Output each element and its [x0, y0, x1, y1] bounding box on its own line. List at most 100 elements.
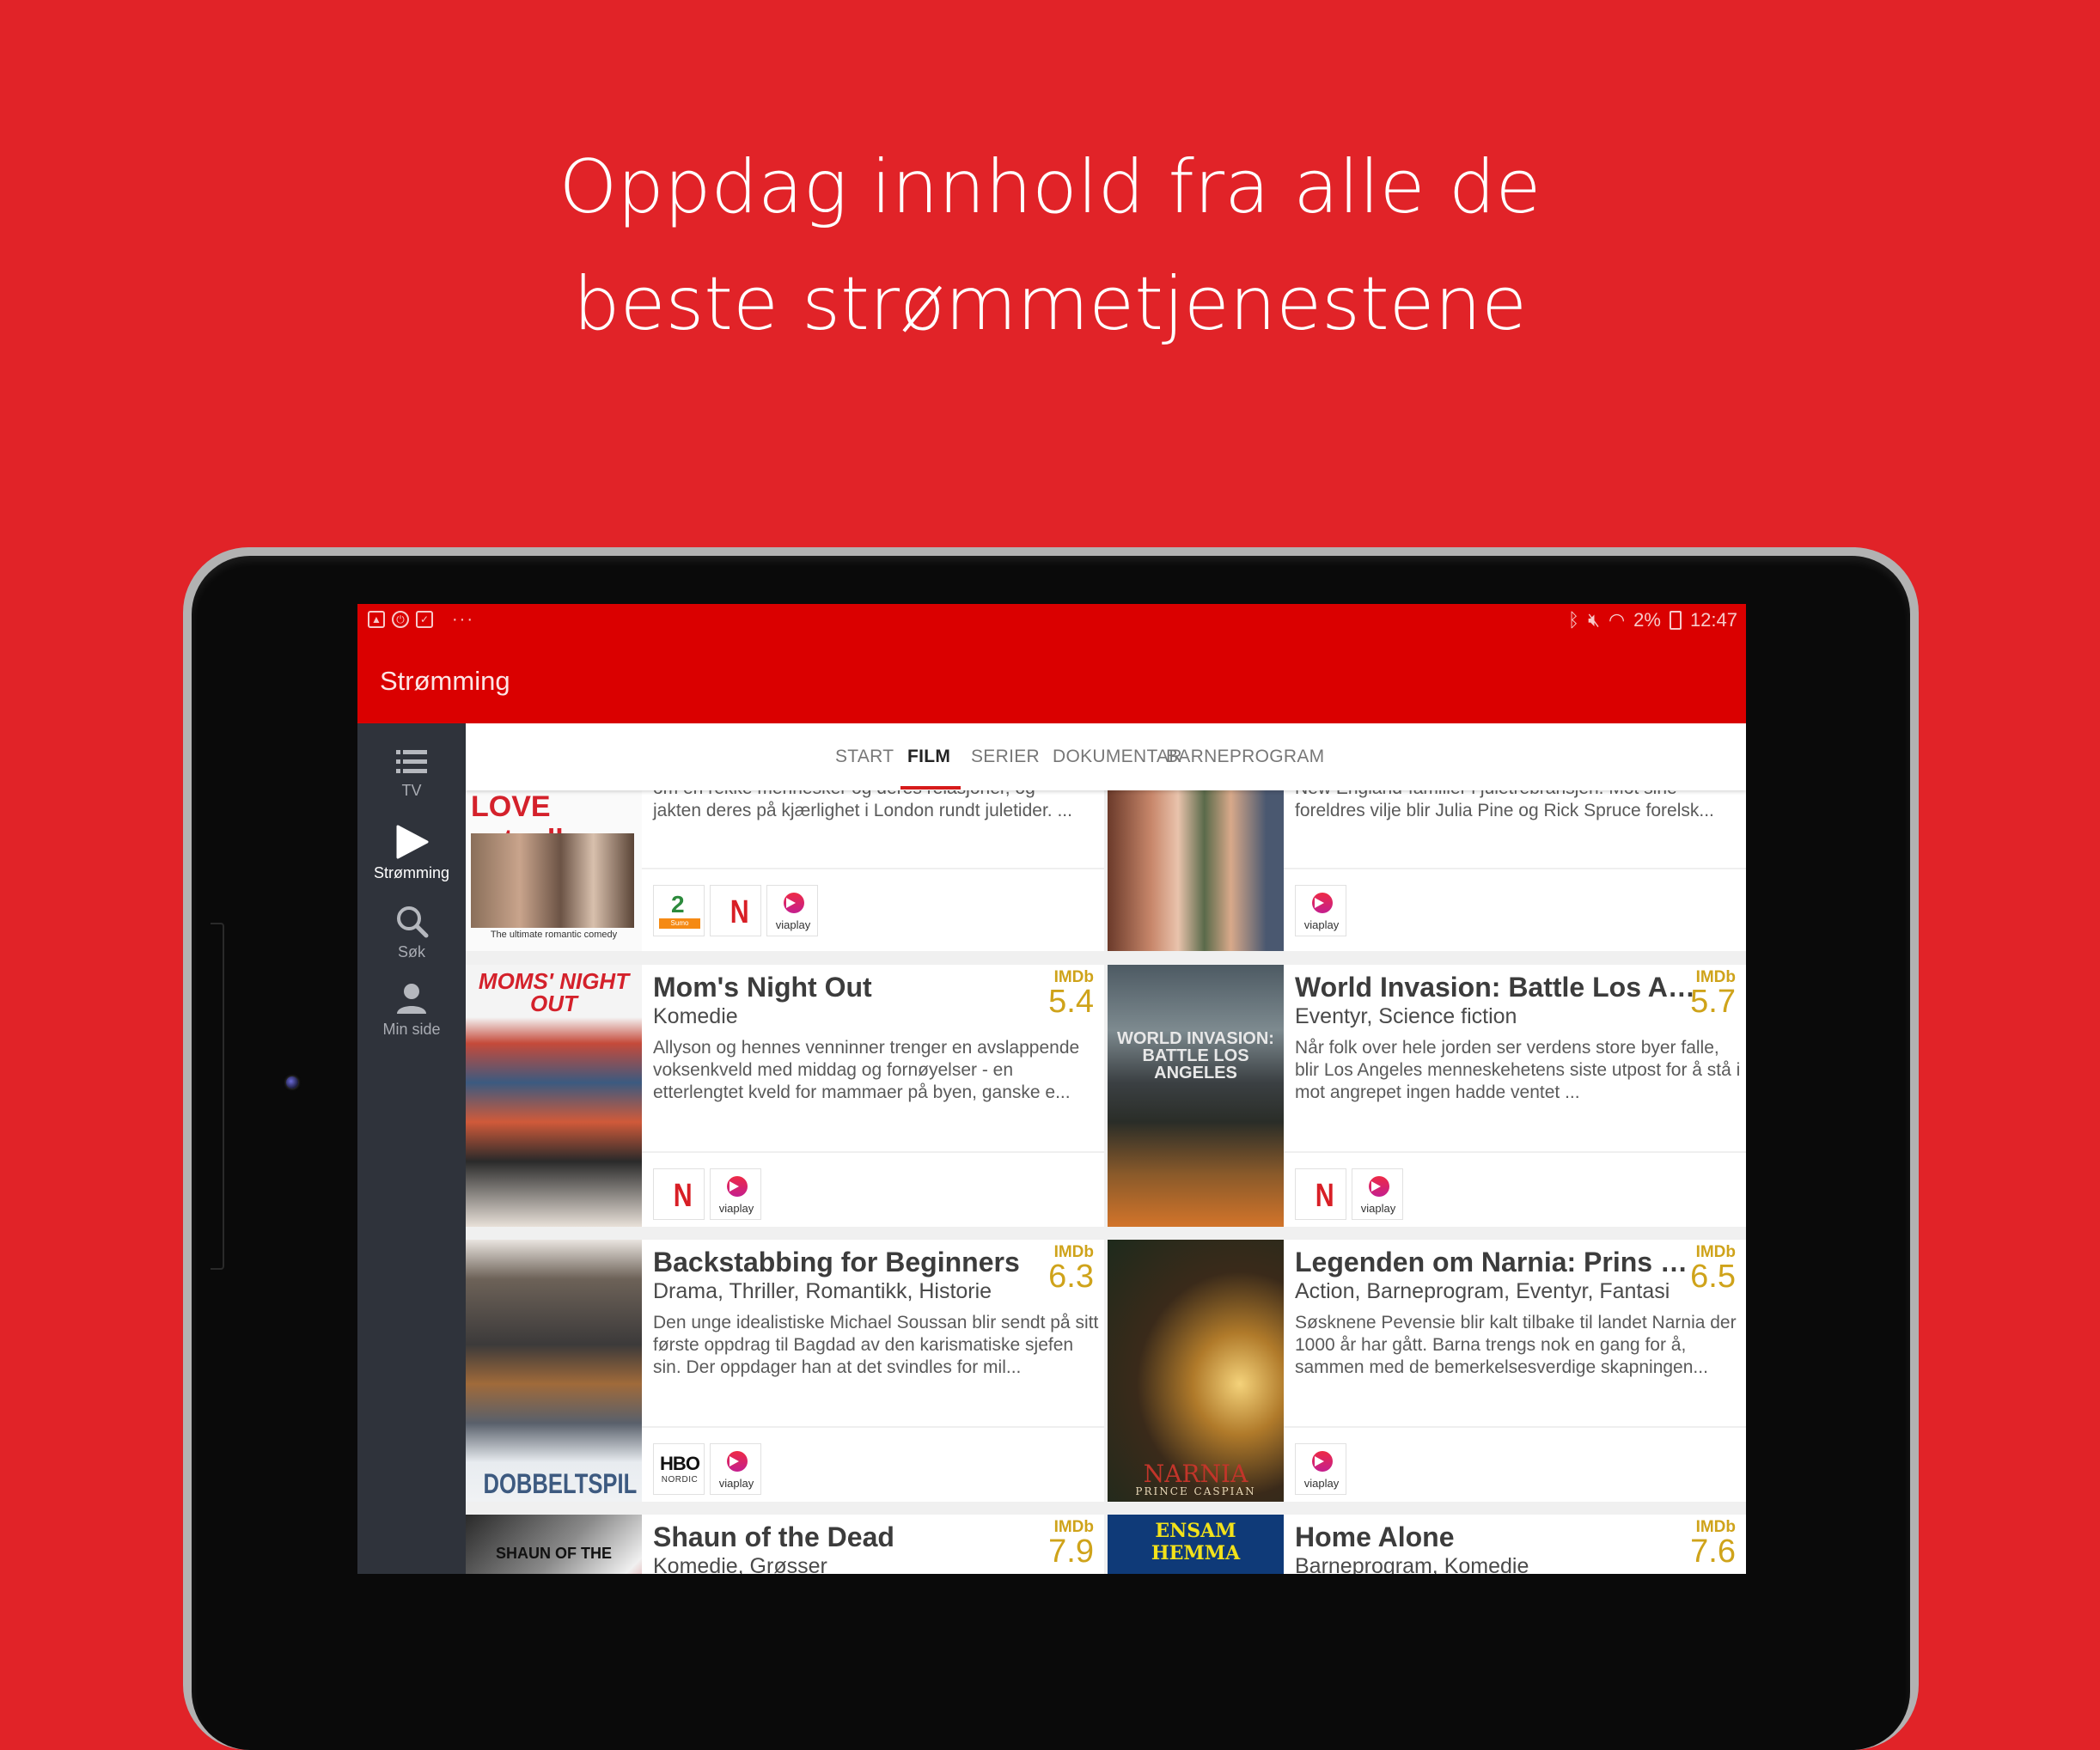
mute-icon: 🔇︎ [1588, 609, 1600, 631]
poster-title: MOMS' NIGHT OUT [478, 968, 630, 1016]
nordic-label: NORDIC [661, 1475, 699, 1485]
viaplay-logo-icon [727, 1451, 748, 1472]
movie-card[interactable]: DOBBELTSPIL Backstabbing for Beginners D… [466, 1240, 1104, 1502]
movie-poster: MOMS' NIGHT OUT [466, 965, 642, 1227]
sidebar-item-label: Søk [397, 943, 425, 960]
movie-poster: NARNIA PRINCE CASPIAN [1108, 1240, 1284, 1502]
category-tabs: START FILM SERIER DOKUMENTAR BARNEPROGRA… [466, 723, 1746, 790]
movie-card[interactable]: LOVE actually The ultimate romantic come… [466, 790, 1104, 951]
movie-title: Home Alone [1295, 1521, 1455, 1552]
netflix-logo: N [673, 1178, 693, 1214]
movie-description: Allyson og hennes venninner trenger en a… [653, 1038, 1080, 1102]
poster-title: SHAUN OF THE [496, 1545, 612, 1562]
movie-poster [1108, 790, 1284, 951]
app-screen: ▲ ⏻ ✓ ··· ᛒ 🔇︎ ◠ 2% 12:47 Strømming TV S… [357, 604, 1746, 1574]
netflix-logo: N [1315, 1178, 1334, 1214]
viaplay-label: viaplay [718, 1477, 754, 1490]
movie-description-partial: New England-familier i juletrebransjen. … [1295, 790, 1742, 800]
status-bar: ▲ ⏻ ✓ ··· ᛒ 🔇︎ ◠ 2% 12:47 [357, 604, 1746, 640]
movie-grid: LOVE actually The ultimate romantic come… [466, 790, 1746, 1574]
hbo-logo: HBO [660, 1453, 700, 1474]
provider-viaplay[interactable]: viaplay [710, 1168, 761, 1220]
poster-title: WORLD INVASION: BATTLE LOS ANGELES [1117, 1029, 1274, 1082]
movie-poster: SHAUN OF THE [466, 1515, 642, 1574]
movie-description: Den unge idealistiske Michael Soussan bl… [653, 1313, 1099, 1377]
viaplay-logo-icon [784, 893, 804, 913]
provider-list: viaplay [1284, 1426, 1746, 1502]
movie-title: Legenden om Narnia: Prins C... [1295, 1247, 1699, 1277]
poster-subtitle: PRINCE CASPIAN [1135, 1485, 1256, 1497]
movie-card[interactable]: New England-familier i juletrebransjen. … [1108, 790, 1746, 951]
provider-netflix[interactable]: N [1295, 1168, 1346, 1220]
tablet-side-button [211, 923, 224, 1270]
provider-netflix[interactable]: N [653, 1168, 705, 1220]
movie-description: Søsknene Pevensie blir kalt tilbake til … [1295, 1313, 1737, 1377]
tab-barneprogram[interactable]: BARNEPROGRAM [1166, 723, 1324, 790]
tab-dokumentar[interactable]: DOKUMENTAR [1053, 723, 1182, 790]
movie-poster: DOBBELTSPIL [466, 1240, 642, 1502]
movie-card[interactable]: ENSAM HEMMA Home Alone Barneprogram, Kom… [1108, 1515, 1746, 1574]
app-bar: Strømming [357, 640, 1746, 723]
movie-genre: Action, Barneprogram, Eventyr, Fantasi [1295, 1279, 1670, 1303]
movie-description: foreldres vilje blir Julia Pine og Rick … [1295, 801, 1714, 820]
movie-title: Mom's Night Out [653, 972, 872, 1003]
bluetooth-icon: ᛒ [1567, 609, 1580, 631]
imdb-score: 7.9 [1048, 1534, 1094, 1570]
sidebar-item-min-side[interactable]: Min side [357, 981, 466, 1039]
imdb-score: 5.7 [1690, 984, 1736, 1020]
movie-description: jakten deres på kjærlighet i London rund… [653, 801, 1072, 820]
poster-photo [471, 833, 634, 928]
imdb-rating: IMDb 6.3 [1048, 1244, 1094, 1295]
tv2-logo: 2 [671, 891, 685, 918]
viaplay-logo-icon [1369, 1176, 1389, 1197]
imdb-score: 5.4 [1048, 984, 1094, 1020]
provider-viaplay[interactable]: viaplay [1295, 1443, 1346, 1495]
sidebar-item-label: Min side [382, 1021, 441, 1038]
movie-card[interactable]: SHAUN OF THE Shaun of the Dead Komedie, … [466, 1515, 1104, 1574]
provider-list: N viaplay [642, 1151, 1104, 1227]
movie-poster: ENSAM HEMMA [1108, 1515, 1284, 1574]
sidebar-item-label: TV [401, 782, 422, 799]
provider-viaplay[interactable]: viaplay [710, 1443, 761, 1495]
gallery-icon: ▲ [368, 611, 385, 628]
sidebar-item-stromming[interactable]: Strømming [357, 825, 466, 882]
provider-viaplay[interactable]: viaplay [1295, 885, 1346, 936]
sync-icon: ⏻ [392, 611, 409, 628]
viaplay-logo-icon [1312, 1451, 1333, 1472]
tab-serier[interactable]: SERIER [971, 723, 1040, 790]
movie-genre: Eventyr, Science fiction [1295, 1004, 1517, 1028]
movie-description: Når folk over hele jorden ser verdens st… [1295, 1038, 1741, 1102]
provider-viaplay[interactable]: viaplay [766, 885, 818, 936]
sidebar-item-sok[interactable]: Søk [357, 904, 466, 961]
viaplay-label: viaplay [1360, 1202, 1396, 1215]
movie-poster: LOVE actually The ultimate romantic come… [466, 790, 642, 951]
sidebar-item-label: Strømming [373, 864, 449, 881]
provider-tv2-sumo[interactable]: 2 Sumo [653, 885, 705, 936]
provider-hbo-nordic[interactable]: HBO NORDIC [653, 1443, 705, 1495]
battery-icon [1669, 611, 1682, 630]
tab-film[interactable]: FILM [907, 723, 950, 790]
imdb-rating: IMDb 7.6 [1690, 1519, 1736, 1570]
active-tab-indicator [900, 786, 961, 790]
movie-genre: Komedie [653, 1004, 738, 1028]
more-notifications-icon: ··· [452, 610, 474, 629]
imdb-score: 6.3 [1048, 1259, 1094, 1295]
tab-start[interactable]: START [835, 723, 894, 790]
movie-card[interactable]: MOMS' NIGHT OUT Mom's Night Out Komedie … [466, 965, 1104, 1227]
provider-netflix[interactable]: N [710, 885, 761, 936]
movie-genre: Barneprogram, Komedie [1295, 1554, 1529, 1574]
provider-list: viaplay [1284, 868, 1746, 951]
movie-genre: Komedie, Grøsser [653, 1554, 827, 1574]
sidebar: TV Strømming Søk Min side [357, 723, 466, 1574]
sumo-logo: Sumo [659, 918, 700, 929]
movie-card[interactable]: WORLD INVASION: BATTLE LOS ANGELES World… [1108, 965, 1746, 1227]
viaplay-logo-icon [1312, 893, 1333, 913]
sidebar-item-tv[interactable]: TV [357, 747, 466, 800]
imdb-score: 7.6 [1690, 1534, 1736, 1570]
search-icon [397, 906, 429, 938]
movie-card[interactable]: NARNIA PRINCE CASPIAN Legenden om Narnia… [1108, 1240, 1746, 1502]
mail-icon: ✓ [416, 611, 433, 628]
provider-viaplay[interactable]: viaplay [1352, 1168, 1403, 1220]
promo-headline: Oppdag innhold fra alle de beste strømme… [0, 129, 2100, 363]
imdb-rating: IMDb 5.4 [1048, 969, 1094, 1020]
